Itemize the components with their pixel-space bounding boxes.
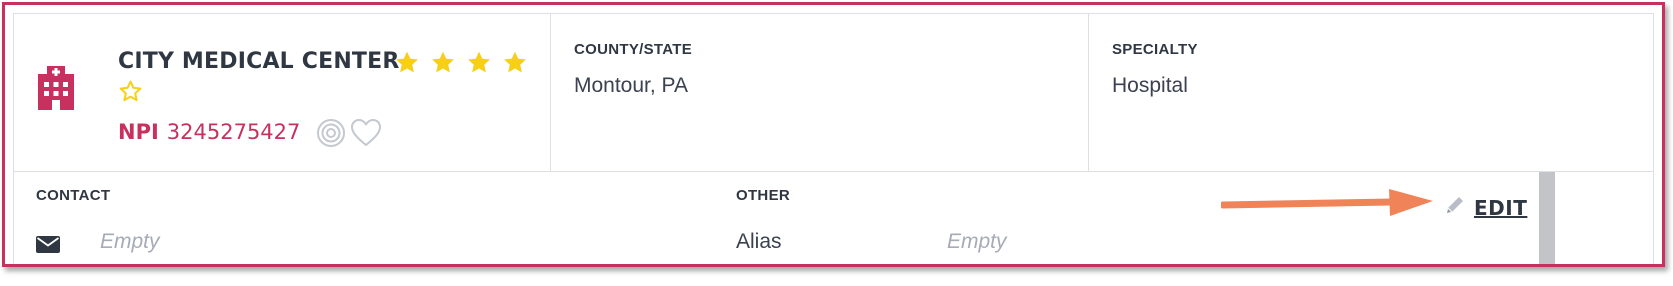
star-icon[interactable] <box>430 50 456 75</box>
star-icon[interactable] <box>394 50 420 75</box>
star-outline-icon[interactable] <box>118 79 143 108</box>
envelope-icon <box>36 236 60 258</box>
alias-value[interactable]: Empty <box>947 230 1007 254</box>
pencil-icon[interactable] <box>1444 194 1466 221</box>
hospital-building-icon <box>36 64 76 115</box>
heart-icon[interactable] <box>350 118 382 153</box>
specialty-label: SPECIALTY <box>1112 41 1198 58</box>
alias-label: Alias <box>736 230 782 253</box>
npi-number: 3245275427 <box>166 120 301 144</box>
vertical-scrollbar[interactable] <box>1539 172 1555 264</box>
screenshot-frame: CITY MEDICAL CENTER NPI 3245275427 COUNT… <box>2 2 1665 267</box>
specialty-value: Hospital <box>1112 74 1188 97</box>
edit-button-label[interactable]: EDIT <box>1474 196 1527 220</box>
provider-summary-row: CITY MEDICAL CENTER NPI 3245275427 COUNT… <box>14 14 1653 172</box>
edit-button[interactable]: EDIT <box>1444 194 1527 221</box>
npi-label: NPI <box>118 120 159 144</box>
column-divider <box>550 14 551 171</box>
annotation-arrow-icon <box>1221 189 1433 216</box>
county-state-label: COUNTY/STATE <box>574 41 693 58</box>
county-state-value: Montour, PA <box>574 74 689 97</box>
npi-line: NPI 3245275427 <box>118 120 300 144</box>
target-icon[interactable] <box>316 118 346 153</box>
provider-card: CITY MEDICAL CENTER NPI 3245275427 COUNT… <box>13 13 1654 264</box>
contact-label: CONTACT <box>36 187 111 204</box>
column-divider <box>1088 14 1089 171</box>
star-icon[interactable] <box>502 50 528 75</box>
contact-email-value[interactable]: Empty <box>100 230 160 254</box>
star-rating[interactable] <box>394 50 528 75</box>
facility-name[interactable]: CITY MEDICAL CENTER <box>118 49 400 74</box>
star-icon[interactable] <box>466 50 492 75</box>
other-label: OTHER <box>736 187 790 204</box>
